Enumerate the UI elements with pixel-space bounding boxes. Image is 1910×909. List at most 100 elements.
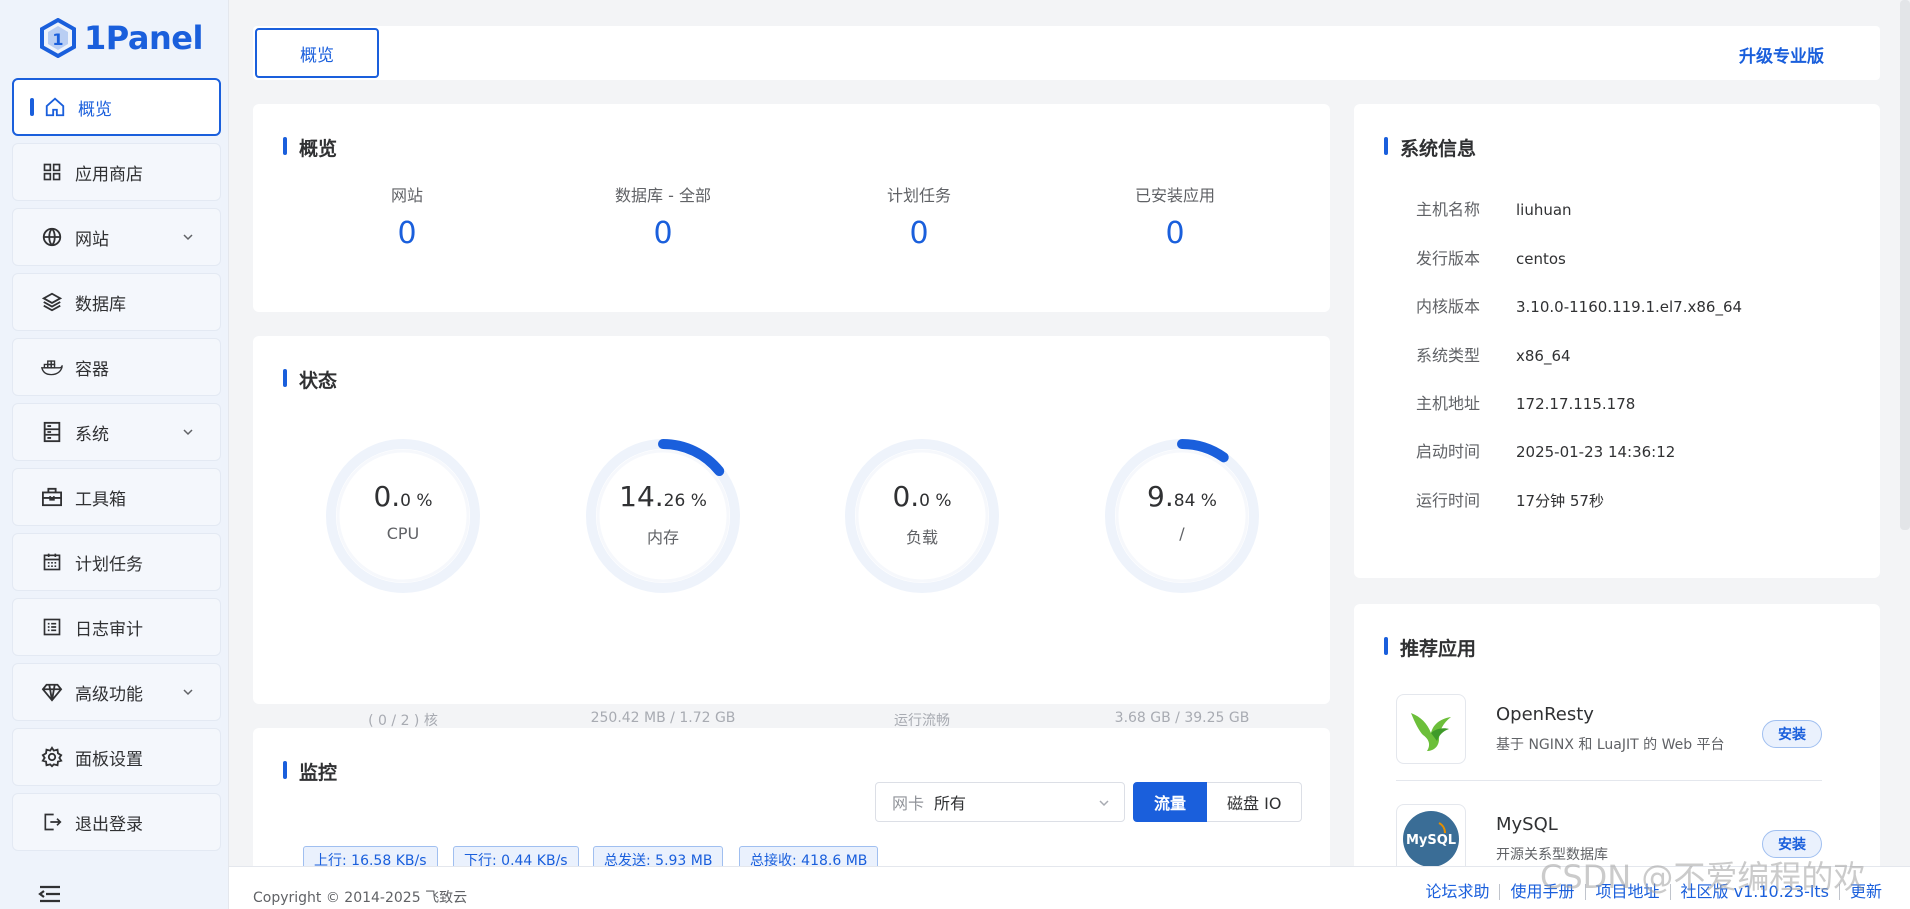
gauge-ring xyxy=(1105,439,1259,593)
nic-select[interactable]: 网卡 所有 xyxy=(875,782,1125,822)
sidebar-item-settings[interactable]: 面板设置 xyxy=(12,728,221,786)
info-key: 内核版本 xyxy=(1416,297,1481,316)
sidebar-item-label: 容器 xyxy=(75,359,109,380)
nic-select-value: 所有 xyxy=(934,794,967,813)
gauge-value-dec: 0 % xyxy=(400,491,433,511)
sidebar-item-advanced[interactable]: 高级功能 xyxy=(12,663,221,721)
sidebar-item-system[interactable]: 系统 xyxy=(12,403,221,461)
stat-database[interactable]: 数据库 - 全部 0 xyxy=(543,182,783,251)
info-row-ip: 主机地址 172.17.115.178 xyxy=(1416,390,1635,414)
install-openresty-button[interactable]: 安装 xyxy=(1762,720,1822,748)
sidebar-item-container[interactable]: 容器 xyxy=(12,338,221,396)
info-value: centos xyxy=(1516,250,1566,268)
sidebar-item-label: 网站 xyxy=(75,229,109,250)
info-value: 17分钟 57秒 xyxy=(1516,492,1604,510)
sidebar-item-overview[interactable]: 概览 xyxy=(12,78,221,136)
info-value: 2025-01-23 14:36:12 xyxy=(1516,443,1676,461)
info-key: 主机名称 xyxy=(1416,200,1481,219)
sidebar-item-logout[interactable]: 退出登录 xyxy=(12,793,221,851)
stat-value[interactable]: 0 xyxy=(1055,216,1295,251)
gauge-name: CPU xyxy=(386,524,420,543)
sidebar-item-log-audit[interactable]: 日志审计 xyxy=(12,598,221,656)
stat-label: 数据库 - 全部 xyxy=(615,186,711,205)
chevron-down-icon xyxy=(183,429,193,436)
recommended-apps-card: 推荐应用 OpenResty 基于 NGINX 和 LuaJIT 的 Web 平… xyxy=(1354,604,1880,866)
sidebar-item-label: 计划任务 xyxy=(75,554,143,575)
system-info-card: 系统信息 主机名称 liuhuan 发行版本 centos 内核版本 3.10.0-1… xyxy=(1354,104,1880,578)
info-row-boot-time: 启动时间 2025-01-23 14:36:12 xyxy=(1416,438,1675,462)
sidebar-item-website[interactable]: 网站 xyxy=(12,208,221,266)
logo-text: 1Panel xyxy=(84,19,203,57)
stat-label: 计划任务 xyxy=(886,186,951,205)
disk-io-toggle-button[interactable]: 磁盘 IO xyxy=(1207,782,1303,822)
sidebar-item-label: 数据库 xyxy=(75,294,126,315)
page-scrollbar[interactable] xyxy=(1900,0,1910,530)
stat-website[interactable]: 网站 0 xyxy=(287,182,527,251)
csdn-watermark: CSDN @不爱编程的欢 xyxy=(1540,858,1866,896)
sidebar-menu: 概览 应用商店 网站 数据库 容器 系统 工具箱 计划任务 日志审计 高级功能 … xyxy=(12,78,221,858)
sidebar-item-database[interactable]: 数据库 xyxy=(12,273,221,331)
upgrade-pro-link[interactable]: 升级专业版 xyxy=(1739,42,1824,67)
sidebar-item-cron[interactable]: 计划任务 xyxy=(12,533,221,591)
docker-icon xyxy=(41,356,63,378)
gauge-load[interactable]: 0.0 % 负载 运行流畅 xyxy=(832,426,1012,729)
tab-overview[interactable]: 概览 xyxy=(255,28,379,78)
gauge-value: 9.84 % xyxy=(1092,480,1272,513)
total-received-tag: 总接收: 418.6 MB xyxy=(739,846,879,866)
gauge-disk[interactable]: 9.84 % / 3.68 GB / 39.25 GB xyxy=(1092,426,1272,726)
info-key: 主机地址 xyxy=(1416,394,1481,413)
sidebar-item-toolbox[interactable]: 工具箱 xyxy=(12,468,221,526)
sidebar-item-label: 应用商店 xyxy=(75,164,143,185)
chevron-down-icon xyxy=(183,689,193,696)
stat-cron[interactable]: 计划任务 0 xyxy=(799,182,1039,251)
sidebar-item-label: 概览 xyxy=(78,99,112,120)
gauge-ring xyxy=(845,439,999,593)
gauge-sub: 3.68 GB / 39.25 GB xyxy=(1114,710,1250,726)
chevron-down-icon xyxy=(183,234,193,241)
top-bar: 概览 升级专业版 xyxy=(253,26,1880,80)
traffic-toggle-button[interactable]: 流量 xyxy=(1133,782,1208,822)
logo[interactable]: 1 1Panel xyxy=(40,14,203,62)
recommended-apps-title: 推荐应用 xyxy=(1384,634,1476,661)
mysql-logo-icon: MySQL xyxy=(1396,804,1466,866)
gauge-ring xyxy=(326,439,480,593)
sidebar-item-label: 系统 xyxy=(75,424,109,445)
stat-installed-apps[interactable]: 已安装应用 0 xyxy=(1055,182,1295,251)
overview-title: 概览 xyxy=(283,134,337,161)
globe-icon xyxy=(41,226,63,248)
stat-value[interactable]: 0 xyxy=(287,216,527,251)
info-key: 启动时间 xyxy=(1416,442,1481,461)
toolbox-icon xyxy=(41,486,63,508)
calendar-icon xyxy=(41,551,63,573)
gauge-value-int: 9. xyxy=(1147,480,1174,513)
gauge-memory[interactable]: 14.26 % 内存 250.42 MB / 1.72 GB xyxy=(573,426,753,726)
gauge-value-int: 0. xyxy=(892,480,920,513)
gauge-name: 负载 xyxy=(905,528,938,547)
sidebar-item-label: 日志审计 xyxy=(75,619,143,640)
info-key: 系统类型 xyxy=(1416,346,1481,365)
server-icon xyxy=(41,421,63,443)
collapse-sidebar-icon[interactable] xyxy=(38,884,62,904)
chevron-down-icon xyxy=(1099,800,1109,807)
gauge-value-dec: 26 % xyxy=(663,491,707,511)
logout-icon xyxy=(41,811,63,833)
gear-icon xyxy=(41,746,63,768)
info-row-arch: 系统类型 x86_64 xyxy=(1416,342,1571,366)
monitor-type-toggle: 流量 磁盘 IO xyxy=(1133,782,1303,822)
forum-link[interactable]: 论坛求助 xyxy=(1415,884,1501,900)
info-row-distro: 发行版本 centos xyxy=(1416,245,1566,269)
nic-select-prefix: 网卡 xyxy=(892,794,925,813)
log-icon xyxy=(41,616,63,638)
stat-value[interactable]: 0 xyxy=(799,216,1039,251)
gauge-sub: 运行流畅 xyxy=(894,713,950,729)
gauge-cpu[interactable]: 0.0 % CPU ( 0 / 2 ) 核 xyxy=(313,426,493,729)
gauge-value-int: 14. xyxy=(619,480,664,513)
mysql-logo-text: MySQL xyxy=(1406,833,1456,848)
info-value: 3.10.0-1160.119.1.el7.x86_64 xyxy=(1516,298,1743,316)
upload-speed-tag: 上行: 16.58 KB/s xyxy=(303,846,438,866)
sidebar-item-app-store[interactable]: 应用商店 xyxy=(12,143,221,201)
stat-label: 已安装应用 xyxy=(1134,186,1215,205)
sidebar: 1 1Panel 概览 应用商店 网站 数据库 容器 系统 工具箱 计划任务 日… xyxy=(0,0,229,909)
stat-value[interactable]: 0 xyxy=(543,216,783,251)
system-info-title: 系统信息 xyxy=(1384,134,1476,161)
